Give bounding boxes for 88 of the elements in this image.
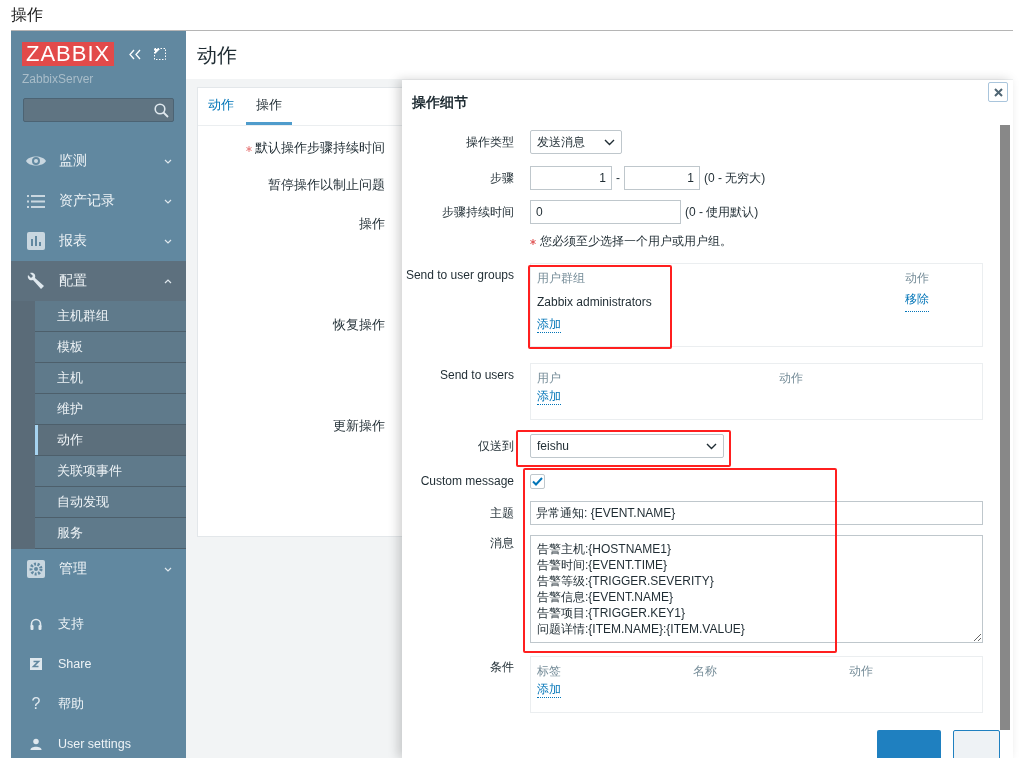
tab[interactable]: 动作 [198,88,244,125]
page-title: 动作 [186,31,1013,79]
field-label: 默认操作步骤持续时间 [255,140,385,157]
field-label: 步骤持续时间 [442,205,514,219]
gear-icon [27,560,45,578]
menu-item[interactable]: User settings [58,737,186,751]
menu-item[interactable]: 管理 [11,549,186,589]
check-icon [532,476,543,486]
add-link[interactable]: 添加 [537,389,561,405]
column-header: 动作 [905,270,930,287]
zabbix-logo[interactable]: ZABBIX [22,42,115,66]
menu-item[interactable]: 配置 [11,261,186,301]
submenu-item[interactable]: 动作 [35,425,186,456]
field-label: 更新操作 [333,418,385,435]
validation-note: 您必须至少选择一个用户或用户组。 [540,233,732,250]
operation-type-select[interactable]: 发送消息 [530,130,622,154]
field-label: 仅送到 [478,439,514,453]
field-label: 操作 [359,216,385,233]
remove-link[interactable]: 移除 [905,292,929,312]
add-link[interactable]: 添加 [537,682,561,698]
column-header: 动作 [779,370,804,387]
field-label: Send to user groups [405,268,514,282]
message-field[interactable]: 告警主机:{HOSTNAME1} 告警时间:{EVENT.TIME} 告警等级:{TRIGGER.SEVERITY} 告警信息:{EVENT.NAME} 告警项目:{TRIGGER.KEY1} 问题详情:{ITEM.NAME}:{ITEM.VALUE} [530,535,983,643]
send-only-to-select[interactable]: feishu [530,434,724,458]
chevron-down-icon [164,198,172,204]
field-label: 条件 [490,660,514,674]
submenu-item[interactable]: 关联项事件 [35,456,186,487]
field-label: 操作类型 [466,135,514,149]
column-header: 动作 [849,663,874,680]
caret-icon [706,442,717,450]
chevron-down-icon [164,238,172,244]
field-label: 消息 [490,536,514,550]
add-link[interactable]: 添加 [537,317,561,333]
submenu-item[interactable]: 主机群组 [35,301,186,332]
subject-field[interactable]: 异常通知: {EVENT.NAME} [530,501,983,525]
search-field[interactable] [23,98,174,122]
list-icon [27,194,45,208]
bar-chart-icon [27,232,45,250]
step-to-field[interactable]: 1 [624,166,700,190]
close-icon[interactable] [993,87,1003,97]
hint-text: (0 - 使用默认) [685,203,759,221]
search-icon[interactable] [154,102,169,118]
eye-icon [25,154,47,168]
share-icon [30,658,42,670]
menu-item[interactable]: 支持 [58,615,186,633]
menu-item[interactable]: 报表 [11,221,186,261]
column-header: 用户群组 [537,270,586,287]
submenu-item[interactable]: 维护 [35,394,186,425]
chevron-down-icon [164,566,172,572]
menu-item[interactable]: 帮助 [58,695,186,713]
custom-message-checkbox[interactable] [530,473,545,489]
submenu-item[interactable]: 主机 [35,363,186,394]
submenu-item[interactable]: 自动发现 [35,487,186,518]
field-label: 暂停操作以制止问题 [268,177,385,194]
collapse-icon[interactable] [128,48,143,60]
field-label: 恢复操作 [333,317,385,334]
menu-item[interactable]: Share [58,657,186,671]
close-button[interactable] [988,82,1008,102]
submenu-item[interactable]: 服务 [35,518,186,549]
field-label: 主题 [490,506,514,520]
secondary-button[interactable] [953,730,1000,758]
column-header: 名称 [693,663,718,680]
table-cell-text: Zabbix administrators [537,294,653,311]
fullscreen-icon[interactable] [154,48,167,60]
tab[interactable]: 操作 [246,88,292,125]
menu-item[interactable]: 资产记录 [11,181,186,221]
caret-icon [604,138,615,146]
server-name: ZabbixServer [21,71,95,86]
step-from-field[interactable]: 1 [530,166,612,190]
dialog-title: 操作细节 [412,94,468,112]
range-separator: - [616,171,620,185]
field-label: 步骤 [490,171,514,185]
submenu-item[interactable]: 模板 [35,332,186,363]
chevron-up-icon [164,278,172,284]
field-label: Custom message [420,474,514,488]
field-label: Send to users [439,368,514,382]
headset-icon [30,617,42,631]
menu-item[interactable]: 监测 [11,141,186,181]
scrollbar[interactable] [1000,125,1010,730]
column-header: 用户 [537,370,562,387]
wrench-icon [27,272,45,290]
step-duration-field[interactable]: 0 [530,200,681,224]
window-title: 操作 [11,4,43,25]
help-icon: ? [31,695,41,713]
hint-text: (0 - 无穷大) [704,169,766,187]
column-header: 标签 [537,663,562,680]
chevron-down-icon [164,158,172,164]
user-icon [30,737,42,751]
